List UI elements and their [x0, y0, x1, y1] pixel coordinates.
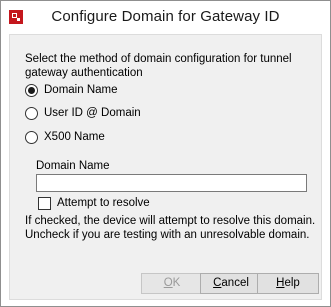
radio-label-user-id-domain: User ID @ Domain	[44, 107, 141, 119]
radio-label-domain-name: Domain Name	[44, 84, 118, 96]
cancel-button[interactable]: Cancel	[200, 273, 262, 294]
title-bar[interactable]: Configure Domain for Gateway ID	[1, 1, 330, 34]
resolve-help-text: If checked, the device will attempt to r…	[25, 215, 316, 241]
help-label-rest: elp	[284, 277, 300, 289]
dialog-body: Select the method of domain configuratio…	[9, 34, 322, 300]
radio-label-x500-name: X500 Name	[44, 131, 105, 143]
dialog-window: Configure Domain for Gateway ID Select t…	[0, 0, 331, 307]
radio-domain-name[interactable]: Domain Name	[25, 82, 118, 98]
attempt-resolve-option[interactable]: Attempt to resolve	[38, 196, 150, 210]
radio-button[interactable]	[25, 130, 38, 144]
help-button[interactable]: Help	[257, 273, 319, 294]
radio-button[interactable]	[25, 106, 38, 120]
radio-button-selected[interactable]	[25, 83, 38, 97]
radio-x500-name[interactable]: X500 Name	[25, 129, 105, 145]
cancel-label-rest: ancel	[221, 277, 249, 289]
attempt-resolve-label: Attempt to resolve	[57, 197, 150, 209]
ok-button[interactable]: OK	[141, 273, 203, 294]
domain-name-label: Domain Name	[36, 160, 110, 172]
ok-label-rest: K	[172, 277, 181, 289]
domain-name-input[interactable]	[36, 174, 307, 192]
dialog-title: Configure Domain for Gateway ID	[51, 8, 280, 25]
radio-user-id-domain[interactable]: User ID @ Domain	[25, 105, 141, 121]
method-prompt: Select the method of domain configuratio…	[25, 53, 292, 79]
attempt-resolve-checkbox[interactable]	[38, 196, 51, 210]
ok-mnemonic: O	[163, 277, 173, 289]
